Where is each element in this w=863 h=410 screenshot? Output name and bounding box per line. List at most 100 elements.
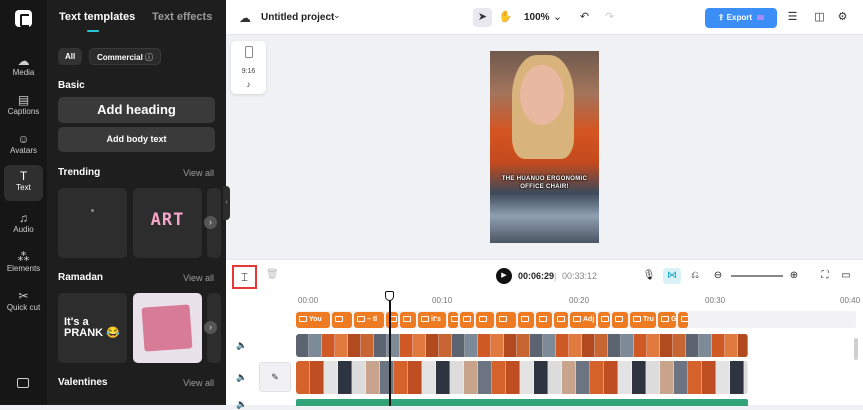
hand-tool-icon[interactable]: ✋: [496, 8, 515, 27]
feedback-icon[interactable]: ▭: [837, 268, 855, 284]
caption-line-1: THE HUANUO ERGONOMIC: [501, 176, 588, 182]
undo-icon[interactable]: ↶: [575, 8, 594, 27]
text-clip[interactable]: [400, 312, 416, 328]
speaker-icon[interactable]: 🔈: [236, 372, 247, 383]
project-title[interactable]: Untitled project: [261, 12, 334, 23]
video-frame: [725, 334, 738, 357]
video-frame: [738, 334, 748, 357]
split-tool-icon[interactable]: ⌶: [232, 265, 257, 289]
trash-icon[interactable]: 🗑: [266, 269, 279, 280]
video-track-2[interactable]: [296, 361, 748, 394]
text-clip[interactable]: it's: [418, 312, 446, 328]
layers-icon[interactable]: ☰: [783, 8, 802, 27]
art-template-text: ART: [150, 210, 185, 230]
add-heading-button[interactable]: Add heading: [58, 97, 215, 123]
text-clip[interactable]: [476, 312, 494, 328]
video-frame: [688, 361, 702, 394]
rail-item-avatars[interactable]: ☺ Avatars: [4, 128, 43, 164]
text-clip[interactable]: You: [296, 312, 330, 328]
filter-commercial-chip[interactable]: Commercial ⓘ: [89, 48, 162, 65]
rail-item-quick-cut[interactable]: ✂ Quick cut: [4, 285, 43, 325]
rail-item-text[interactable]: T Text: [4, 165, 43, 201]
microphone-icon[interactable]: 🎙: [640, 268, 658, 284]
fit-timeline-icon[interactable]: ⛶: [816, 268, 834, 284]
rail-item-elements[interactable]: ⁂ Elements: [4, 246, 43, 282]
zoom-in-icon[interactable]: ⊕: [785, 268, 803, 284]
edit-track-pencil-icon[interactable]: ✎: [259, 362, 291, 392]
text-clip-icon: [357, 316, 365, 323]
zoom-level[interactable]: 100%: [524, 12, 550, 23]
sidebar-toggle-icon[interactable]: ◫: [810, 8, 829, 27]
video-frame: [504, 334, 517, 357]
chevron-down-icon[interactable]: ⌄: [548, 8, 567, 27]
add-body-text-button[interactable]: Add body text: [58, 127, 215, 152]
playhead[interactable]: [389, 291, 391, 406]
chevron-down-icon[interactable]: ⌄: [333, 10, 341, 21]
video-frame: [322, 334, 335, 357]
rail-item-captions[interactable]: ▤ Captions: [4, 89, 43, 125]
ramadan-template-thumb[interactable]: It's a PRANK 😂: [58, 293, 127, 363]
text-clip[interactable]: [598, 312, 610, 328]
video-frame: [674, 361, 688, 394]
text-clip[interactable]: [448, 312, 458, 328]
current-time: 00:06:29: [518, 271, 555, 281]
text-clip-icon: [463, 316, 471, 323]
text-clip-icon: [299, 316, 307, 323]
tab-text-effects[interactable]: Text effects: [152, 11, 212, 23]
export-button[interactable]: ⇪ Export: [705, 8, 777, 28]
text-clip[interactable]: [536, 312, 552, 328]
filter-all-chip[interactable]: All: [58, 48, 83, 65]
video-frame: [660, 334, 673, 357]
timeline-zoom-slider[interactable]: [731, 275, 783, 277]
ramadan-template-thumb[interactable]: [133, 293, 202, 363]
keyboard-icon[interactable]: [17, 378, 29, 388]
rail-item-media[interactable]: ☁ Media: [4, 50, 43, 86]
text-clip[interactable]: [612, 312, 628, 328]
speaker-icon[interactable]: 🔈: [236, 340, 247, 351]
playhead-handle[interactable]: [385, 291, 394, 301]
chevron-right-icon[interactable]: ›: [204, 321, 217, 334]
app-logo[interactable]: [15, 10, 32, 27]
cloud-icon[interactable]: ☁: [239, 11, 251, 25]
text-clip[interactable]: [554, 312, 568, 328]
text-clip[interactable]: [496, 312, 516, 328]
magnet-snap-icon[interactable]: ⋈: [663, 268, 681, 284]
video-frame: [478, 361, 492, 394]
tab-text-templates[interactable]: Text templates: [59, 11, 135, 23]
text-clip[interactable]: [386, 312, 398, 328]
chevron-right-icon[interactable]: ›: [204, 216, 217, 229]
text-clip-icon: [521, 316, 529, 323]
ramadan-view-all-link[interactable]: View all: [183, 273, 214, 283]
video-frame: [730, 361, 744, 394]
collapse-panel-handle[interactable]: ‹: [223, 186, 230, 220]
text-clip[interactable]: [678, 312, 688, 328]
trending-template-thumb[interactable]: [58, 188, 127, 258]
text-clip[interactable]: [518, 312, 534, 328]
text-clip[interactable]: – tl: [354, 312, 384, 328]
trending-template-thumb[interactable]: ART: [133, 188, 202, 258]
text-clip[interactable]: Adj: [570, 312, 596, 328]
video-frame: [634, 334, 647, 357]
video-preview[interactable]: THE HUANUO ERGONOMIC OFFICE CHAIR!: [490, 51, 599, 243]
caption-line-2: OFFICE CHAIR!: [520, 184, 569, 190]
settings-gear-icon[interactable]: ⚙: [833, 8, 852, 27]
video-track-1[interactable]: [296, 334, 748, 357]
text-clip[interactable]: Gr: [658, 312, 676, 328]
rail-item-audio[interactable]: ♫ Audio: [4, 207, 43, 243]
pointer-tool-icon[interactable]: ➤: [473, 8, 492, 27]
aspect-ratio-card[interactable]: 9:16 ♪: [231, 41, 266, 94]
text-clip[interactable]: [332, 312, 352, 328]
split-audio-icon[interactable]: ⎌: [686, 268, 704, 284]
play-button[interactable]: ▶: [496, 268, 512, 284]
redo-icon[interactable]: ↷: [600, 8, 619, 27]
valentines-view-all-link[interactable]: View all: [183, 378, 214, 388]
video-frame: [309, 334, 322, 357]
text-clip[interactable]: Tru: [630, 312, 656, 328]
zoom-out-icon[interactable]: ⊖: [709, 268, 727, 284]
text-clip[interactable]: [460, 312, 474, 328]
trending-view-all-link[interactable]: View all: [183, 168, 214, 178]
video-caption[interactable]: THE HUANUO ERGONOMIC OFFICE CHAIR!: [494, 175, 595, 191]
tiktok-icon: ♪: [246, 80, 251, 89]
video-frame: [534, 361, 548, 394]
timeline-scrollbar[interactable]: [854, 338, 858, 360]
